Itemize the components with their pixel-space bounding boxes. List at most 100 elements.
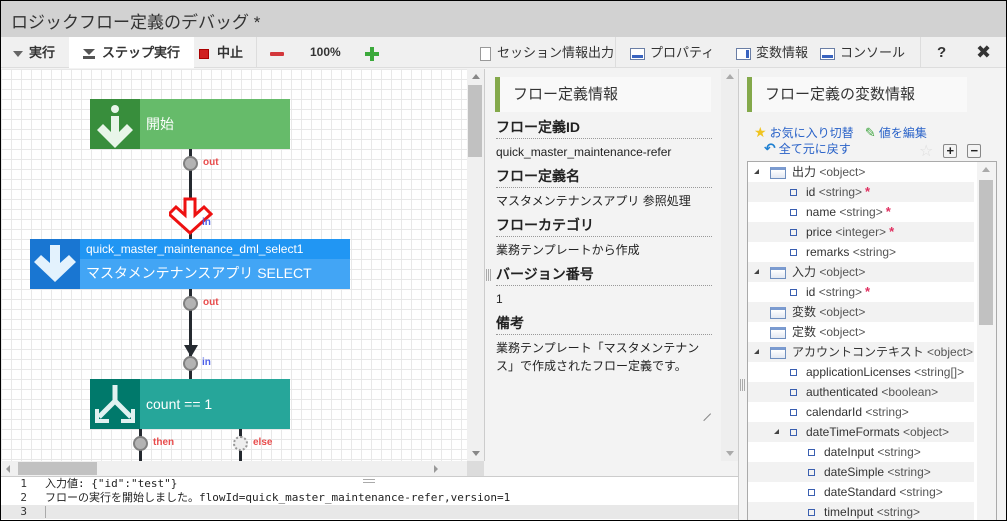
folder-icon — [770, 166, 786, 179]
console-button[interactable]: コンソール — [820, 37, 905, 68]
field-version: バージョン番号 1 — [496, 264, 712, 313]
console-panel[interactable]: 1 入力値: {"id":"test"} 2 フローの実行を開始しました。flowId… — [1, 476, 738, 520]
breakpoint-arrow-icon[interactable] — [169, 197, 213, 235]
field-value: 業務テンプレートから作成 — [496, 243, 640, 257]
expand-all-button[interactable]: + — [943, 144, 958, 158]
properties-panel-icon — [630, 47, 645, 60]
tree-item[interactable]: calendarId <string> — [748, 402, 974, 422]
canvas-horizontal-scrollbar[interactable] — [1, 461, 467, 476]
port-label-then: then — [153, 437, 175, 448]
scroll-up-icon[interactable] — [472, 74, 480, 79]
close-button[interactable]: ✖ — [976, 37, 991, 68]
variable-tree[interactable]: 出力 <object> id <string> * name <string> * pri… — [747, 161, 997, 520]
dml-node-id: quick_master_maintenance_dml_select1 — [80, 239, 350, 259]
tree-vertical-scrollbar[interactable] — [977, 162, 996, 520]
field-remarks: 備考 — [496, 313, 712, 335]
expand-toggle-icon[interactable] — [754, 349, 759, 354]
stop-button[interactable]: 中止 — [199, 37, 243, 68]
expand-toggle-icon[interactable] — [774, 429, 779, 434]
splitter-handle[interactable] — [740, 379, 745, 391]
variable-name: 変数 — [792, 305, 817, 319]
collapse-all-button[interactable]: − — [967, 144, 982, 158]
tree-item[interactable]: price <integer> * — [748, 222, 974, 242]
line-number: 3 — [20, 505, 27, 518]
tree-item[interactable]: timeInput <string> — [748, 502, 974, 520]
help-button[interactable]: ? — [937, 37, 946, 68]
property-icon — [808, 469, 815, 477]
tree-item[interactable]: authenticated <boolean> — [748, 382, 974, 402]
edit-value-link[interactable]: ✎ 値を編集 — [857, 125, 927, 140]
zoom-out-button[interactable] — [270, 37, 284, 68]
properties-label: プロパティ — [650, 45, 715, 60]
tree-item[interactable]: applicationLicenses <string[]> — [748, 362, 974, 382]
expand-toggle-icon[interactable] — [754, 169, 759, 174]
variable-type: <object> — [819, 305, 866, 319]
tree-item[interactable]: アカウントコンテキスト <object> — [748, 342, 974, 362]
tree-item[interactable]: 入力 <object> — [748, 262, 974, 282]
condition-node[interactable]: count == 1 — [90, 379, 290, 429]
scroll-thumb[interactable] — [18, 462, 97, 475]
expand-toggle-icon[interactable] — [754, 269, 759, 274]
zoom-in-button[interactable] — [365, 37, 379, 68]
folder-icon — [770, 326, 786, 339]
dml-select-node[interactable]: quick_master_maintenance_dml_select1 マスタ… — [30, 239, 350, 289]
field-label: 備考 — [496, 313, 712, 335]
variable-type: <string> — [839, 205, 883, 219]
tree-item[interactable]: dateTimeFormats <object> — [748, 422, 974, 442]
scroll-left-icon[interactable] — [6, 465, 10, 473]
scroll-up-icon[interactable] — [726, 74, 734, 79]
run-button[interactable]: 実行 — [13, 37, 55, 68]
properties-button[interactable]: プロパティ — [630, 37, 714, 68]
favorite-toggle-link[interactable]: ★ お気に入り切替 — [754, 124, 854, 140]
scroll-thumb[interactable] — [468, 85, 482, 157]
scroll-down-icon[interactable] — [472, 451, 480, 456]
property-icon — [790, 249, 797, 257]
tree-item[interactable]: name <string> * — [748, 202, 974, 222]
tree-item[interactable]: 定数 <object> — [748, 322, 974, 342]
session-export-button[interactable]: セッション情報出力 — [480, 37, 614, 68]
field-label: フロー定義名 — [496, 166, 712, 188]
tree-item[interactable]: dateStandard <string> — [748, 482, 974, 502]
start-node[interactable]: 開始 — [90, 99, 290, 149]
tree-item[interactable]: remarks <string> — [748, 242, 974, 262]
else-port[interactable] — [233, 436, 248, 451]
favorite-filter-star-icon[interactable]: ☆ — [919, 143, 933, 160]
tree-item[interactable]: dateInput <string> — [748, 442, 974, 462]
tree-item[interactable]: id <string> * — [748, 282, 974, 302]
folder-icon — [770, 266, 786, 279]
remarks-textarea[interactable]: 業務テンプレート「マスタメンテナンス」で作成されたフロー定義です。 — [496, 339, 712, 424]
out-port[interactable] — [183, 296, 198, 311]
toolbar-divider — [256, 37, 257, 68]
required-marker: * — [885, 204, 891, 219]
in-port[interactable] — [183, 356, 198, 371]
scroll-thumb[interactable] — [979, 180, 993, 325]
canvas-vertical-scrollbar[interactable] — [467, 69, 484, 461]
variables-button[interactable]: 変数情報 — [736, 37, 808, 68]
scroll-right-icon[interactable] — [434, 465, 438, 473]
then-port[interactable] — [133, 436, 148, 451]
field-label: フローカテゴリ — [496, 215, 712, 237]
field-label: バージョン番号 — [496, 264, 712, 286]
star-icon: ★ — [754, 124, 767, 140]
property-icon — [790, 289, 797, 297]
out-port[interactable] — [183, 156, 198, 171]
edit-value-label: 値を編集 — [878, 126, 927, 140]
tree-item[interactable]: 変数 <object> — [748, 302, 974, 322]
window-title: ロジックフロー定義のデバッグ * — [11, 13, 261, 32]
tree-item[interactable]: id <string> * — [748, 182, 974, 202]
tree-item[interactable]: 出力 <object> — [748, 162, 974, 182]
flow-canvas[interactable]: 開始 out in quick_master_maintenance_dml_s… — [1, 69, 467, 461]
tree-item[interactable]: dateSimple <string> — [748, 462, 974, 482]
variable-type: <boolean> — [881, 385, 939, 399]
reset-all-link[interactable]: ↶ 全て元に戻す — [754, 140, 851, 156]
field-value: マスタメンテナンスアプリ 参照処理 — [496, 194, 691, 208]
scroll-up-icon[interactable] — [982, 167, 990, 172]
scroll-down-icon[interactable] — [726, 451, 734, 456]
field-label: フロー定義ID — [496, 117, 712, 139]
variable-type: <string> — [818, 285, 863, 299]
dml-node-label: マスタメンテナンスアプリ SELECT — [86, 265, 312, 281]
field-flow-name: フロー定義名 マスタメンテナンスアプリ 参照処理 — [496, 166, 712, 215]
splitter-handle[interactable] — [486, 269, 491, 281]
step-run-button[interactable]: ステップ実行 — [69, 37, 195, 68]
info-vertical-scrollbar[interactable] — [721, 69, 738, 461]
